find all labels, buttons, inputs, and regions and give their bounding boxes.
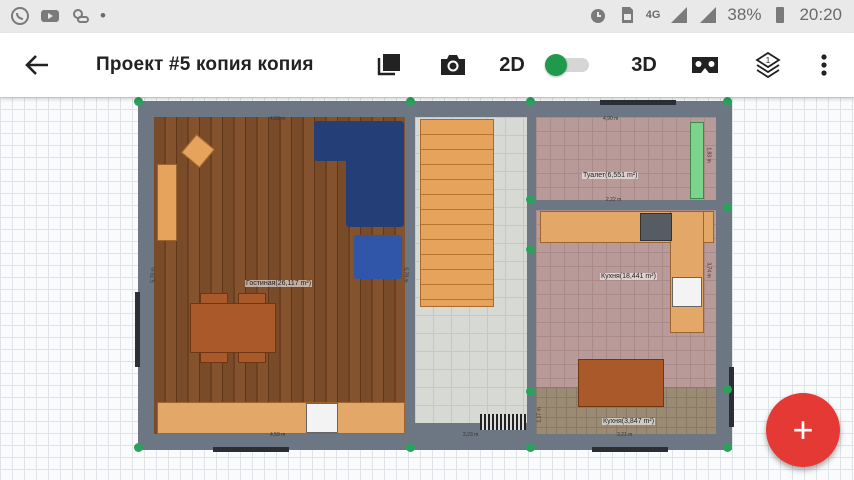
layers-count: 1 xyxy=(766,56,771,65)
stove-living[interactable] xyxy=(306,403,338,433)
wall-node[interactable] xyxy=(406,97,415,106)
room-label-kitchen: Кухня(18,441 m²) xyxy=(600,273,657,280)
mode-3d-button[interactable]: 3D xyxy=(628,48,660,82)
dimension-toilet-inner: 2,22 m xyxy=(606,197,622,203)
chair[interactable] xyxy=(238,293,266,304)
signal2-icon xyxy=(700,7,717,23)
overflow-menu-button[interactable] xyxy=(812,48,836,82)
wall-node[interactable] xyxy=(723,97,732,106)
clock: 20:20 xyxy=(799,5,842,24)
window-bottom-right[interactable] xyxy=(592,447,668,452)
plus-icon: + xyxy=(792,409,814,450)
dimension-stairs-side: 5,78 m xyxy=(402,267,409,283)
screenshot-button[interactable] xyxy=(437,48,469,82)
vr-headset-icon xyxy=(692,57,718,73)
dimension-living-top: 4,59 m xyxy=(270,116,286,122)
wall-node[interactable] xyxy=(134,97,143,106)
more-vert-icon xyxy=(821,54,827,76)
back-arrow-icon[interactable] xyxy=(24,53,50,77)
layers-button[interactable]: 1 xyxy=(752,48,784,82)
wall-node[interactable] xyxy=(723,443,732,452)
copy-button[interactable] xyxy=(374,48,404,82)
room-toilet[interactable] xyxy=(536,117,716,200)
kitchen-counter-living[interactable] xyxy=(157,402,405,434)
sim-icon xyxy=(621,7,633,23)
sofa-side[interactable] xyxy=(346,137,404,227)
window-bottom-left[interactable] xyxy=(213,447,289,452)
add-item-button[interactable]: + xyxy=(766,393,840,467)
wall-node[interactable] xyxy=(526,245,535,254)
wall-node[interactable] xyxy=(526,387,535,396)
wall-node[interactable] xyxy=(134,443,143,452)
wall-node[interactable] xyxy=(723,385,732,394)
armchair[interactable] xyxy=(354,235,402,279)
wall-node[interactable] xyxy=(406,443,415,452)
layers-icon: 1 xyxy=(755,51,781,79)
toilet-fixture[interactable] xyxy=(690,122,704,199)
chair[interactable] xyxy=(200,352,228,363)
dimension-toilet-top: 4,90 m xyxy=(603,116,619,122)
room-label-living: Гостиная(26,117 m²) xyxy=(245,280,313,287)
dining-table-living[interactable] xyxy=(190,303,276,353)
dimension-kitchen-bottom: 3,21 m xyxy=(617,432,633,438)
mode-3d-label: 3D xyxy=(631,53,657,76)
tv-stand[interactable] xyxy=(157,164,177,241)
window-top[interactable] xyxy=(600,100,676,105)
wall-inner-kitchen[interactable] xyxy=(527,101,536,450)
sink[interactable] xyxy=(640,213,672,241)
more-notifications-dot: • xyxy=(100,6,106,25)
battery-percent: 38% xyxy=(727,5,762,24)
network-type: 4G xyxy=(645,9,661,21)
dimension-hall-bottom: 2,23 m xyxy=(463,432,479,438)
dimension-living-bottom: 4,59 m xyxy=(270,432,286,438)
wall-toilet-kitchen[interactable] xyxy=(536,200,716,210)
youtube-icon xyxy=(41,10,59,22)
toggle-knob xyxy=(545,54,567,76)
stove-kitchen[interactable] xyxy=(672,277,702,307)
dimension-kitchen-side: 3,74 m xyxy=(705,262,712,278)
view-mode-toggle[interactable] xyxy=(545,54,589,76)
project-title: Проект #5 копия копия xyxy=(96,54,314,75)
app-bar: Проект #5 копия копия 2D 3D 1 xyxy=(0,33,854,97)
chair[interactable] xyxy=(200,293,228,304)
copy-icon xyxy=(377,54,400,76)
battery-icon xyxy=(776,7,785,23)
radiator[interactable] xyxy=(480,414,526,430)
staircase[interactable] xyxy=(420,119,494,307)
window-right[interactable] xyxy=(729,367,734,427)
dimension-bottom-right-side: 1,17 m xyxy=(536,407,543,423)
vr-button[interactable] xyxy=(688,48,722,82)
plan-canvas[interactable]: Гостиная(26,117 m²) Туалет(6,551 m²) Кух… xyxy=(0,97,854,480)
dimension-living-side: 5,78 m xyxy=(150,267,157,283)
wall-node[interactable] xyxy=(526,443,535,452)
kitchen-counter-side[interactable] xyxy=(670,211,704,333)
weather-icon xyxy=(73,9,89,23)
chair[interactable] xyxy=(238,352,266,363)
dining-table-kitchen[interactable] xyxy=(578,359,664,407)
wall-node[interactable] xyxy=(526,195,535,204)
dimension-toilet-side: 1,83 m xyxy=(705,147,712,163)
wall-node[interactable] xyxy=(723,203,732,212)
mode-2d-button[interactable]: 2D xyxy=(496,48,528,82)
window-left[interactable] xyxy=(135,292,140,367)
wall-node[interactable] xyxy=(526,97,535,106)
mode-2d-label: 2D xyxy=(499,53,525,76)
room-label-kitchen-small: Кухня(3,847 m²) xyxy=(602,418,656,425)
camera-icon xyxy=(441,55,465,75)
alarm-icon xyxy=(590,9,605,23)
viber-icon xyxy=(11,7,29,25)
signal-icon xyxy=(671,7,688,23)
status-bar: • 4G 38% 20:20 xyxy=(0,0,854,33)
room-label-toilet: Туалет(6,551 m²) xyxy=(582,172,639,179)
